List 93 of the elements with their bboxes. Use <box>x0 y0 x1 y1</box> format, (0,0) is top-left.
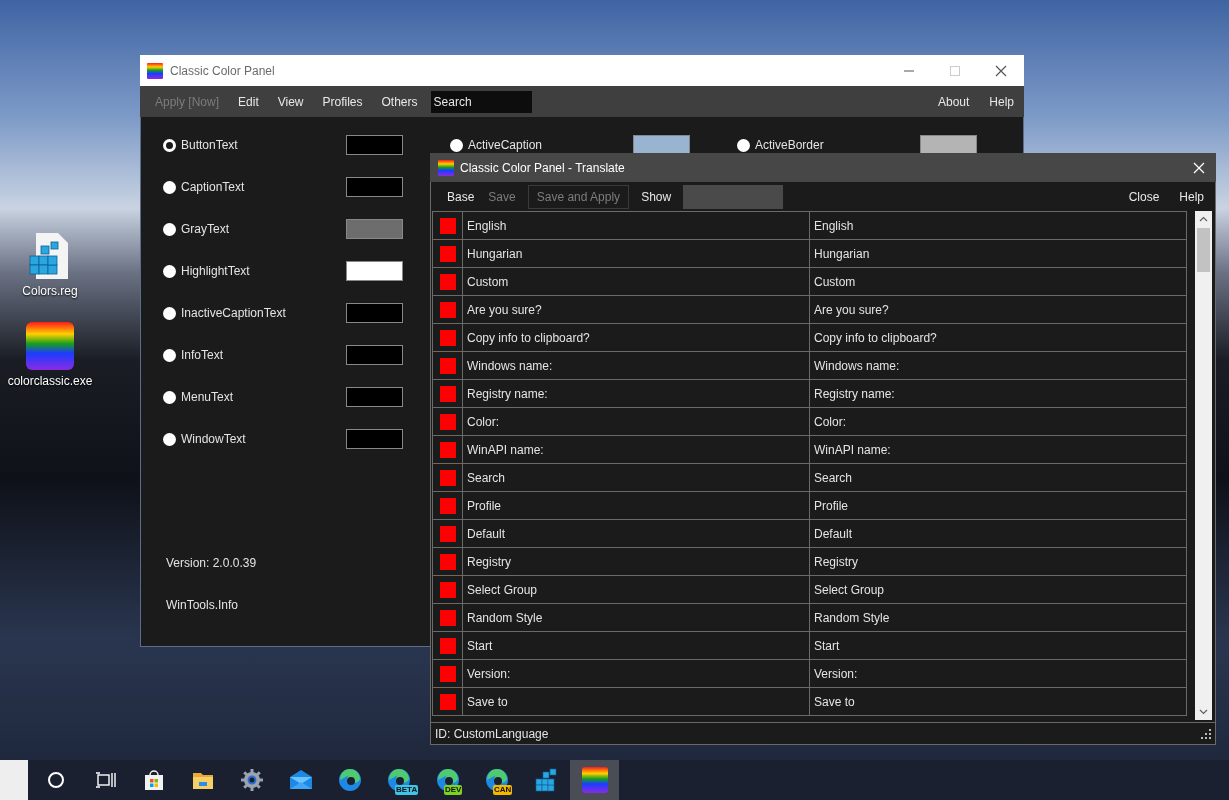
resize-grip-icon[interactable] <box>1200 728 1212 740</box>
translation-text-cell[interactable]: Save to <box>814 692 855 711</box>
translation-text-cell[interactable]: Random Style <box>814 608 890 627</box>
color-name-label: InfoText <box>181 347 225 364</box>
search-field[interactable]: Search <box>430 90 532 113</box>
color-name-label: ButtonText <box>181 137 239 154</box>
menu-item[interactable]: Help <box>1179 187 1204 206</box>
color-name-label: InactiveCaptionText <box>181 305 287 322</box>
color-name-label: CaptionText <box>181 179 246 196</box>
color-swatch[interactable] <box>346 261 403 281</box>
source-text-cell-text: Select Group <box>467 581 538 599</box>
translation-text-cell[interactable]: Color: <box>814 412 846 431</box>
translation-text-cell[interactable]: Custom <box>814 272 856 291</box>
version-label: Version: 2.0.0.39 <box>166 555 257 572</box>
source-text-cell-text: Are you sure? <box>467 301 542 319</box>
source-text-cell-text: Registry <box>467 553 511 571</box>
app-icon <box>438 159 454 176</box>
translation-text-cell[interactable]: Registry name: <box>814 384 895 403</box>
translation-text-cell[interactable]: Start <box>814 636 840 655</box>
window-title: Classic Color Panel <box>170 62 275 80</box>
translation-text-cell[interactable]: Select Group <box>814 580 885 599</box>
color-swatch[interactable] <box>346 429 403 449</box>
taskbar-button[interactable]: BETA <box>374 760 423 800</box>
translation-text-cell[interactable]: Default <box>814 524 853 543</box>
color-name-label: ActiveCaption <box>468 137 544 154</box>
translation-text-cell[interactable]: Search <box>814 468 853 487</box>
color-name-label: HighlightText <box>181 263 251 280</box>
app-icon <box>147 62 163 79</box>
source-text-cell-text: WinAPI name: <box>467 441 544 459</box>
color-swatch[interactable] <box>346 135 403 155</box>
color-swatch[interactable] <box>346 387 403 407</box>
color-swatch[interactable] <box>920 135 977 155</box>
taskbar-button[interactable]: CAN <box>472 760 521 800</box>
website-link[interactable]: WinTools.Info <box>166 596 239 614</box>
source-text-cell-text: Default <box>467 525 506 543</box>
version-badge: DEV <box>444 785 463 795</box>
scrollbar[interactable] <box>1195 211 1212 720</box>
desktop-icon-label[interactable]: Colors.reg <box>22 284 78 298</box>
source-text-cell-text: Profile <box>467 497 501 515</box>
source-text-cell-text: Copy info to clipboard? <box>467 329 590 347</box>
color-swatch[interactable] <box>346 219 403 239</box>
translation-text-cell[interactable]: English <box>814 216 854 235</box>
source-text-cell-text: Save to <box>467 693 508 711</box>
start-button[interactable] <box>0 760 28 800</box>
source-text-cell-text: Windows name: <box>467 357 553 375</box>
menu-item[interactable]: Profiles <box>322 92 363 111</box>
desktop-icon-label[interactable]: colorclassic.exe <box>7 374 93 388</box>
source-text-cell-text: Search <box>467 469 506 487</box>
color-swatch[interactable] <box>633 135 690 155</box>
menu-item[interactable]: Edit <box>238 92 259 111</box>
color-name-label: GrayText <box>181 221 230 238</box>
envelope-icon[interactable] <box>288 768 313 792</box>
version-badge: CAN <box>493 785 513 795</box>
translation-text-cell[interactable]: Profile <box>814 496 848 515</box>
source-text-cell-text: Registry name: <box>467 385 548 403</box>
menu-item[interactable]: View <box>277 92 304 111</box>
translation-text-cell[interactable]: Windows name: <box>814 356 900 375</box>
taskbar-button[interactable]: DEV <box>423 760 472 800</box>
cubes-icon[interactable] <box>532 767 559 793</box>
color-swatch[interactable] <box>346 345 403 365</box>
menu-item[interactable]: Base <box>447 187 475 206</box>
color-name-label: WindowText <box>181 431 247 448</box>
source-text-cell-text: Hungarian <box>467 245 523 263</box>
source-text-cell-text: Color: <box>467 413 499 431</box>
rainbow-app-icon[interactable] <box>581 767 608 793</box>
translation-text-cell[interactable]: Are you sure? <box>814 300 889 319</box>
status-text: ID: CustomLanguage <box>435 726 549 743</box>
version-badge: BETA <box>395 785 419 795</box>
color-swatch[interactable] <box>346 303 403 323</box>
scrollbar-thumb[interactable] <box>1197 228 1210 272</box>
source-text-cell-text: English <box>467 217 507 235</box>
menu-item[interactable]: Others <box>381 92 418 111</box>
color-name-label: MenuText <box>181 389 235 406</box>
menu-item[interactable]: About <box>937 92 970 111</box>
translation-text-cell[interactable]: Copy info to clipboard? <box>814 328 937 347</box>
translation-text-cell[interactable]: Version: <box>814 664 858 683</box>
source-text-cell-text: Version: <box>467 665 511 683</box>
show-field[interactable] <box>683 184 784 209</box>
menu-item[interactable]: Help <box>989 92 1014 111</box>
color-name-label: ActiveBorder <box>755 137 825 154</box>
rainbow-app-icon[interactable] <box>26 322 74 370</box>
source-text-cell-text: Start <box>467 637 493 655</box>
settings-icon[interactable] <box>239 768 264 792</box>
color-swatch[interactable] <box>346 177 403 197</box>
menu-item[interactable]: Show <box>641 187 672 206</box>
browser-swirl-icon[interactable] <box>336 767 363 793</box>
source-text-cell-text: Random Style <box>467 609 543 627</box>
translation-text-cell[interactable]: WinAPI name: <box>814 440 891 459</box>
translation-text-cell[interactable]: Registry <box>814 552 858 571</box>
translation-text-cell[interactable]: Hungarian <box>814 244 870 263</box>
window-title: Classic Color Panel - Translate <box>460 159 625 177</box>
menu-item[interactable]: Close <box>1128 187 1160 206</box>
source-text-cell-text: Custom <box>467 273 509 291</box>
